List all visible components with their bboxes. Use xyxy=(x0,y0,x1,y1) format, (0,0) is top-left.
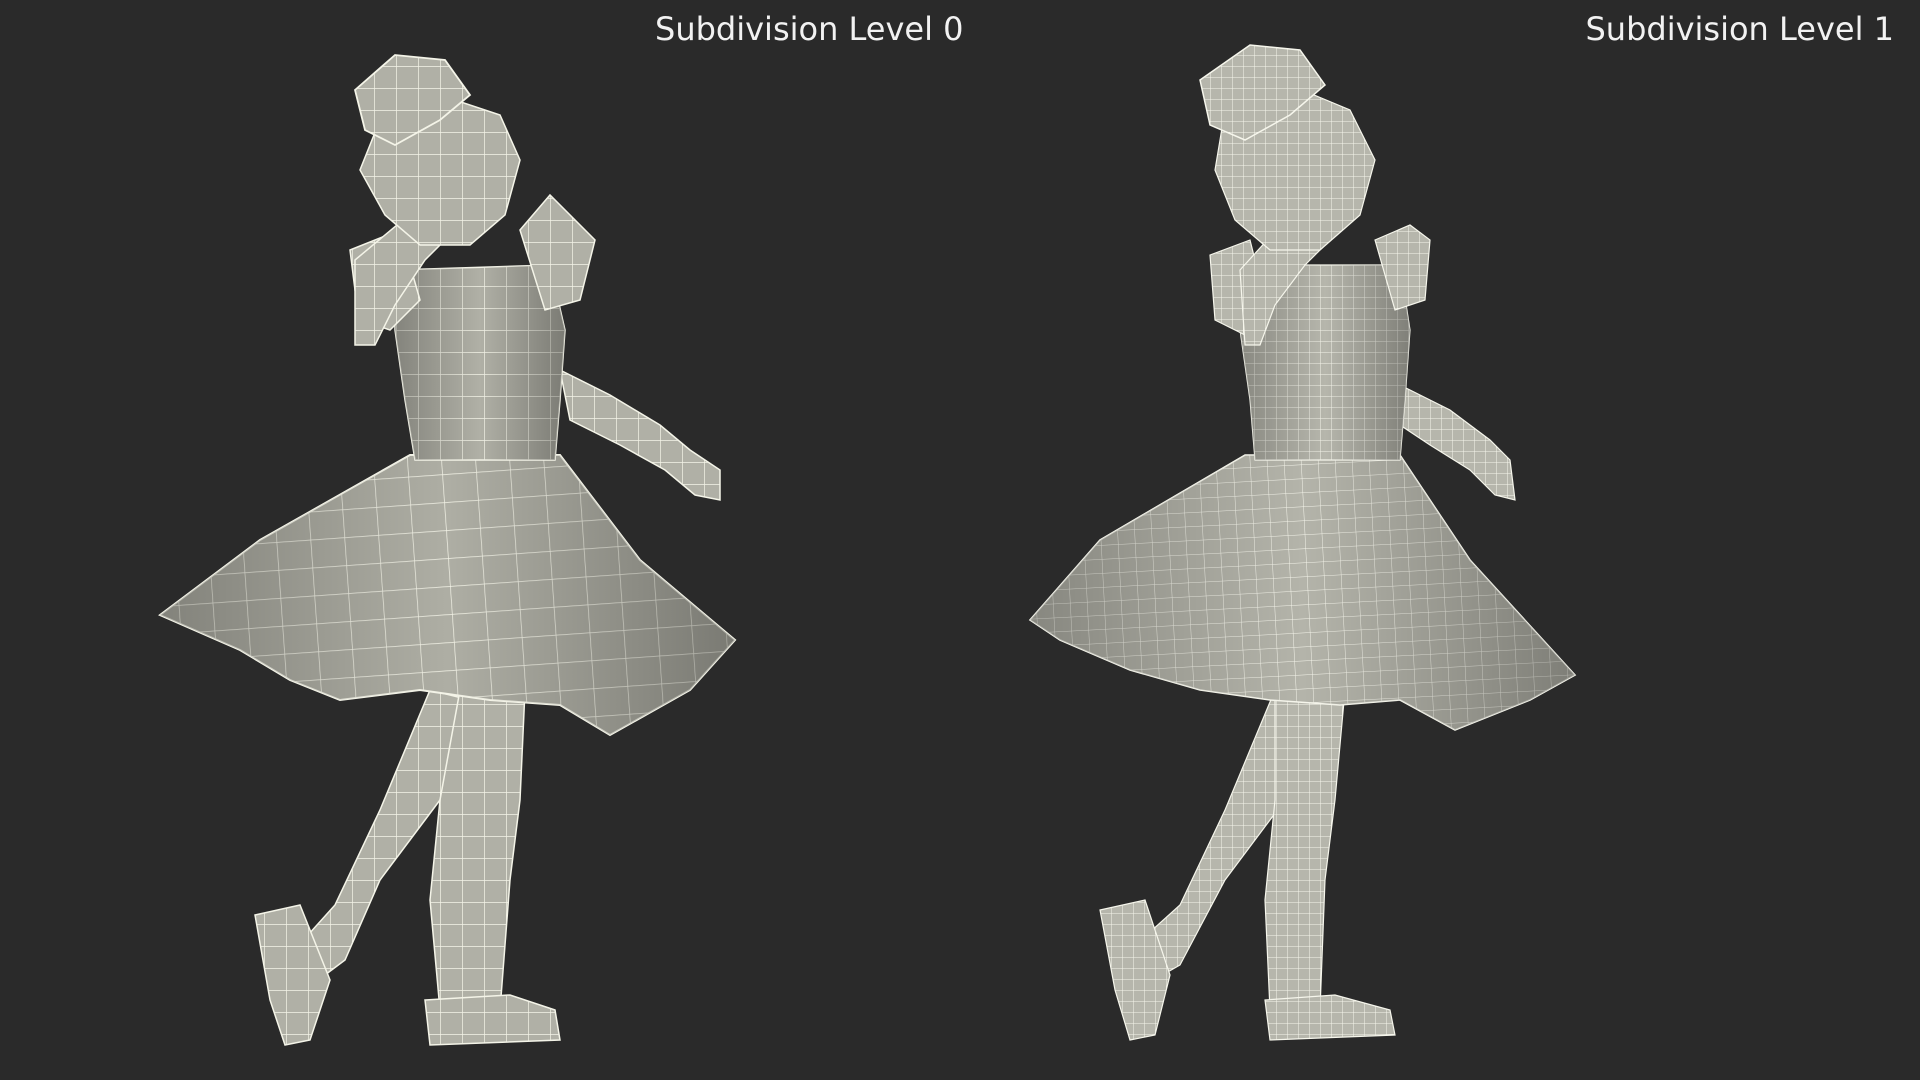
figure-level-1 xyxy=(1028,44,1577,1041)
right-figure-back-shoe xyxy=(1099,899,1171,1041)
left-figure-extended-arm xyxy=(558,368,721,501)
wireframe-figures xyxy=(158,44,1577,1046)
figure-level-0 xyxy=(158,54,737,1046)
render-viewport: Subdivision Level 0 Subdivision Level 1 xyxy=(0,0,1920,1080)
right-figure-front-shoe xyxy=(1264,994,1396,1041)
left-figure-front-shoe xyxy=(424,994,561,1046)
right-figure-front-leg xyxy=(1264,689,1346,1011)
